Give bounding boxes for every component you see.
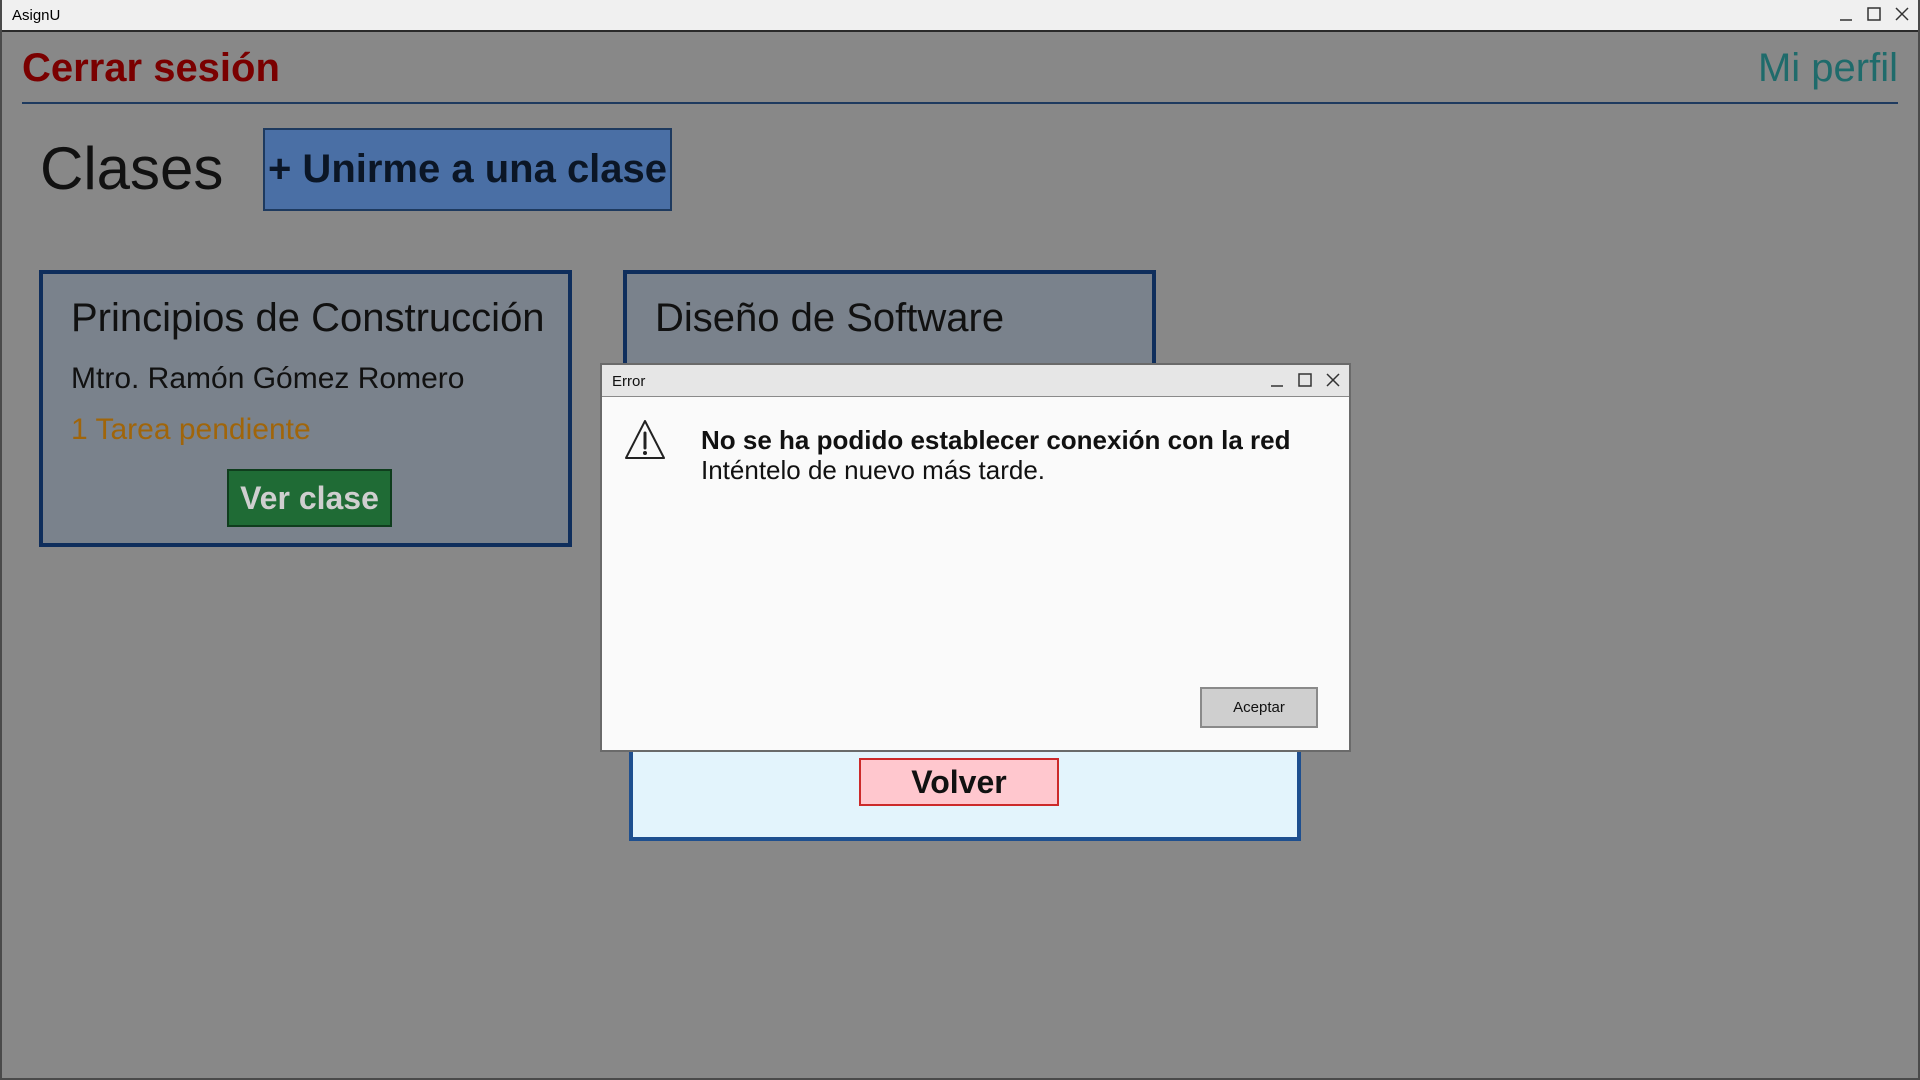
window-controls <box>1836 4 1912 24</box>
view-class-button[interactable]: Ver clase <box>227 469 392 527</box>
error-dialog: Error No se ha podido establecer conexió… <box>600 363 1351 752</box>
minimize-icon[interactable] <box>1836 4 1856 24</box>
class-card: Principios de Construcción Mtro. Ramón G… <box>39 270 572 547</box>
maximize-icon[interactable] <box>1295 370 1315 390</box>
class-card-title: Diseño de Software <box>655 296 1005 340</box>
profile-link[interactable]: Mi perfil <box>1758 46 1898 91</box>
page-title: Clases <box>40 135 224 202</box>
app-header: Cerrar sesión Mi perfil <box>22 40 1898 104</box>
back-button[interactable]: Volver <box>859 758 1059 806</box>
close-icon[interactable] <box>1323 370 1343 390</box>
class-card-title: Principios de Construcción <box>71 296 545 340</box>
dialog-message: Inténtelo de nuevo más tarde. <box>701 455 1046 485</box>
dialog-titlebar: Error <box>602 365 1349 397</box>
dialog-heading: No se ha podido establecer conexión con … <box>701 425 1291 455</box>
app-window: AsignU Cerrar sesión Mi perfil Clases + … <box>0 0 1920 1080</box>
maximize-icon[interactable] <box>1864 4 1884 24</box>
close-icon[interactable] <box>1892 4 1912 24</box>
accept-button[interactable]: Aceptar <box>1200 687 1318 728</box>
dialog-window-controls <box>1267 370 1343 390</box>
dialog-title: Error <box>612 373 646 390</box>
class-card-pending-tasks: 1 Tarea pendiente <box>71 413 311 446</box>
class-card-teacher: Mtro. Ramón Gómez Romero <box>71 362 465 395</box>
window-title: AsignU <box>12 7 61 24</box>
join-class-button[interactable]: + Unirme a una clase <box>263 128 672 211</box>
minimize-icon[interactable] <box>1267 370 1287 390</box>
warning-icon <box>623 418 667 462</box>
background-panel: Volver <box>629 740 1301 841</box>
logout-link[interactable]: Cerrar sesión <box>22 46 280 91</box>
window-titlebar: AsignU <box>2 0 1918 32</box>
